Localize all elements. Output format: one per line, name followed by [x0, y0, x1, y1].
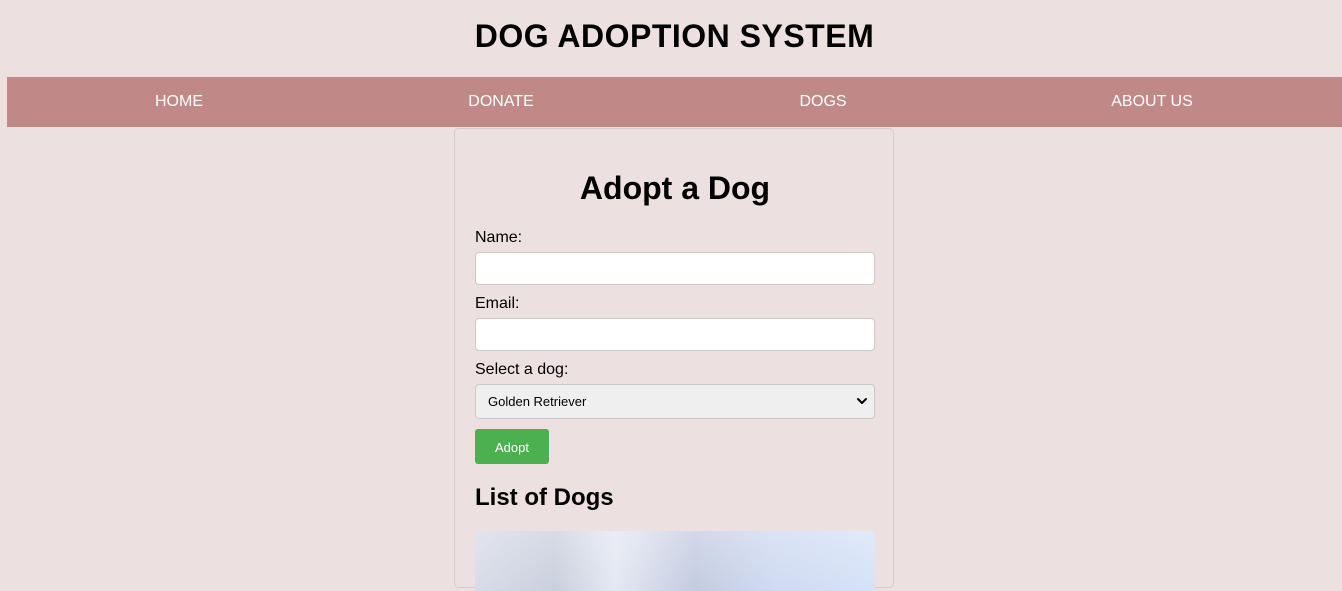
adopt-button[interactable]: Adopt [475, 429, 549, 464]
chevron-down-icon [857, 398, 867, 404]
site-title: DOG ADOPTION SYSTEM [474, 18, 875, 54]
email-input[interactable] [475, 318, 875, 351]
dog-select[interactable]: Golden Retriever [475, 384, 875, 419]
nav-item-dogs[interactable]: DOGS [799, 77, 846, 127]
form-title: Adopt a Dog [579, 170, 771, 206]
main-navbar: HOME DONATE DOGS ABOUT US [7, 77, 1342, 127]
name-label: Name: [475, 229, 523, 246]
adoption-form-card: Adopt a Dog Name: Email: Select a dog: G… [454, 128, 894, 591]
nav-item-donate[interactable]: DONATE [468, 77, 533, 127]
email-label: Email: [475, 295, 520, 312]
dog-select-value: Golden Retriever [488, 394, 587, 409]
dog-select-label: Select a dog: [475, 361, 569, 378]
nav-item-home[interactable]: HOME [155, 77, 203, 127]
dog-photo [475, 531, 875, 591]
dog-list-title: List of Dogs [475, 484, 614, 511]
name-input[interactable] [475, 252, 875, 285]
nav-item-about-us[interactable]: ABOUT US [1111, 77, 1193, 127]
